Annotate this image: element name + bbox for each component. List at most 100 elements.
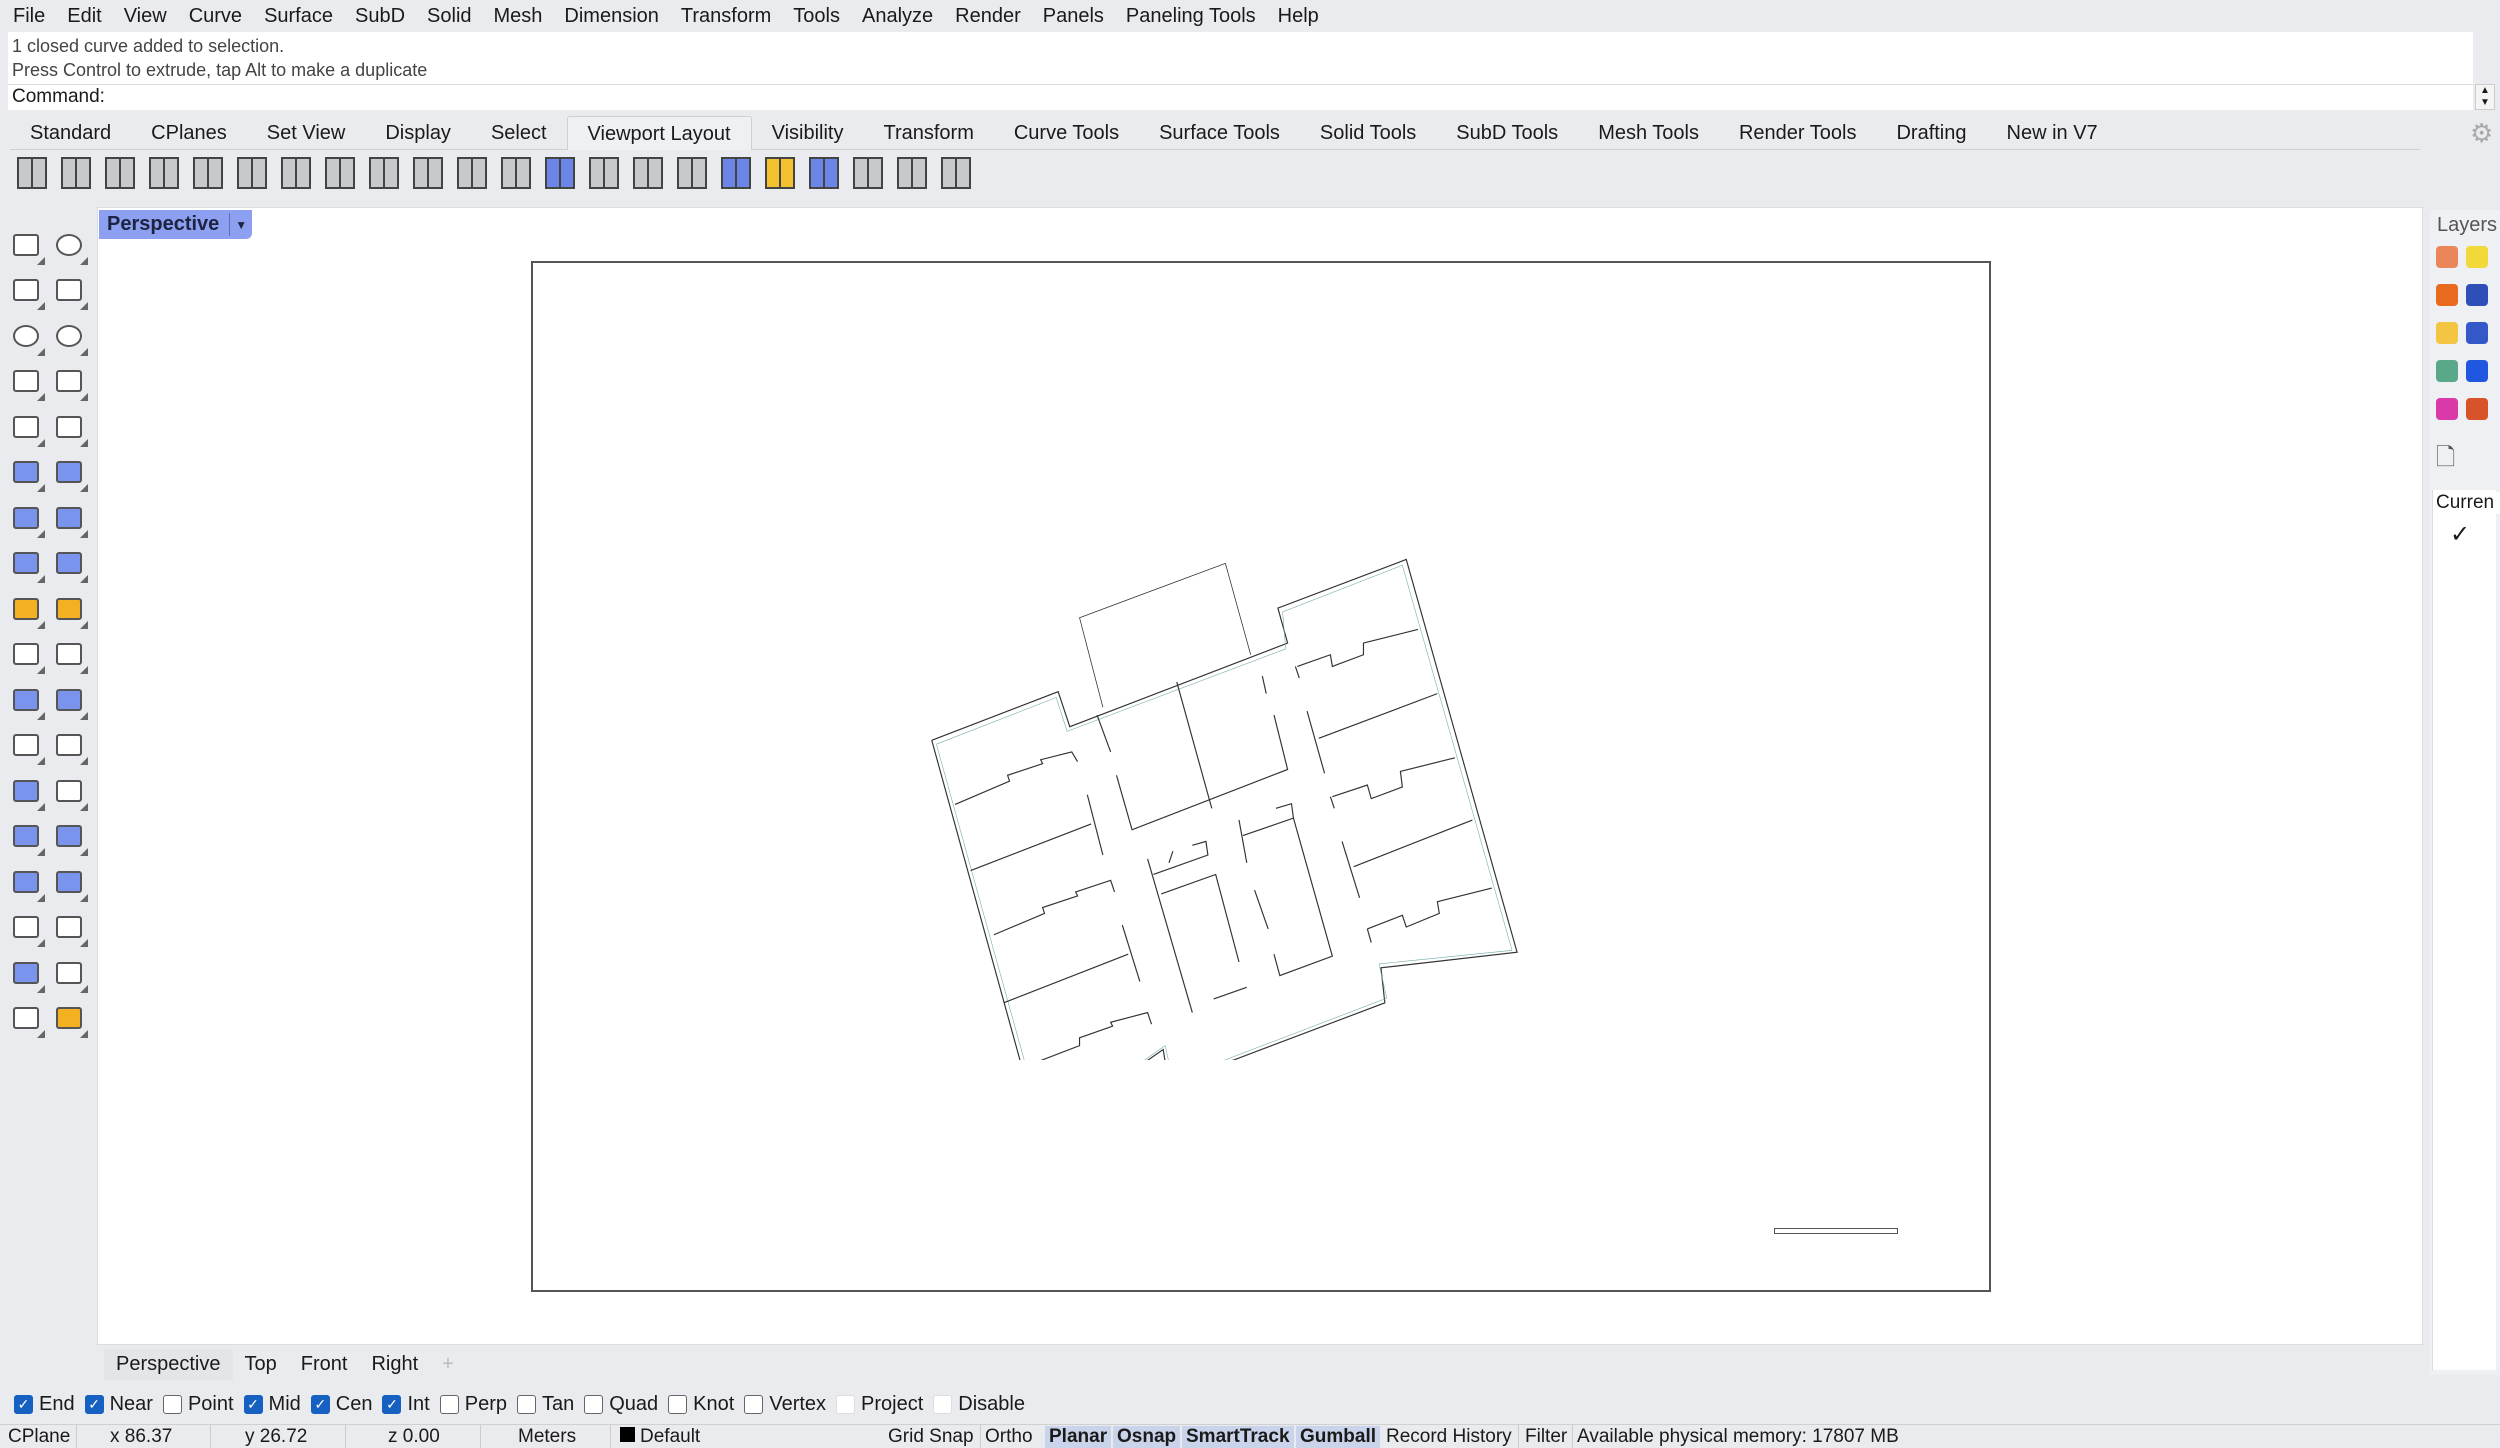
gumball-toggle[interactable]: Gumball [1296, 1426, 1381, 1448]
gear-icon[interactable]: ⚙ [2470, 118, 2493, 149]
menu-solid[interactable]: Solid [416, 5, 482, 28]
checkbox-icon[interactable]: ✓ [310, 1394, 330, 1414]
water-level-button[interactable] [716, 153, 756, 193]
checkbox-icon[interactable] [836, 1394, 856, 1414]
extrude-surface-button[interactable] [47, 450, 90, 496]
camera-target-button[interactable] [804, 153, 844, 193]
new-layer-icon[interactable]: 🗋 [2436, 440, 2455, 481]
tab-render-tools[interactable]: Render Tools [1719, 116, 1876, 150]
floor-plan-drawing[interactable] [920, 540, 1530, 1060]
osnap-mid[interactable]: ✓ Mid [243, 1393, 301, 1416]
lightbulb-icon[interactable] [2466, 246, 2488, 268]
current-column-header[interactable]: Curren [2436, 492, 2500, 514]
tab-surface-tools[interactable]: Surface Tools [1139, 116, 1300, 150]
current-layer[interactable]: Default [640, 1426, 700, 1448]
move-button[interactable] [47, 768, 90, 814]
split-button[interactable] [47, 632, 90, 678]
floating-viewport-button[interactable] [188, 153, 228, 193]
circle-button[interactable] [4, 313, 47, 359]
tab-visibility[interactable]: Visibility [752, 116, 864, 150]
menu-render[interactable]: Render [944, 5, 1032, 28]
add-viewport-tab-icon[interactable]: + [430, 1353, 466, 1376]
boolean-union-button[interactable] [4, 677, 47, 723]
triangle-down-icon[interactable]: ▼ [230, 218, 252, 232]
split-viewport-vertical-button[interactable] [276, 153, 316, 193]
folder-open-button[interactable] [760, 153, 800, 193]
checkbox-icon[interactable] [933, 1394, 953, 1414]
checkmark-button[interactable] [47, 950, 90, 996]
single-viewport-button[interactable] [100, 153, 140, 193]
lock-button[interactable] [936, 153, 976, 193]
viewport-grid-button[interactable] [320, 153, 360, 193]
text-button[interactable] [4, 768, 47, 814]
grid-button[interactable] [452, 153, 492, 193]
folder-icon[interactable] [2436, 322, 2458, 344]
checkbox-icon[interactable]: ✓ [84, 1394, 104, 1414]
osnap-disable[interactable]: Disable [933, 1393, 1025, 1416]
material-sphere-icon[interactable] [2466, 284, 2488, 306]
print-button[interactable] [848, 153, 888, 193]
cplane-label[interactable]: CPlane [8, 1426, 70, 1448]
tab-subd-tools[interactable]: SubD Tools [1436, 116, 1578, 150]
group-button[interactable] [47, 677, 90, 723]
copy-button[interactable] [4, 814, 47, 860]
osnap-cen[interactable]: ✓ Cen [310, 1393, 372, 1416]
mesh-plane-button[interactable] [47, 541, 90, 587]
tab-solid-tools[interactable]: Solid Tools [1300, 116, 1436, 150]
checkbox-icon[interactable] [439, 1394, 459, 1414]
osnap-toggle[interactable]: Osnap [1113, 1426, 1181, 1448]
layer-color-swatch[interactable] [620, 1426, 639, 1448]
layers-list[interactable] [2432, 490, 2496, 1370]
menu-dimension[interactable]: Dimension [553, 5, 669, 28]
filter-toggle[interactable]: Filter [1525, 1426, 1567, 1448]
viewport-title-tab[interactable]: Perspective ▼ [99, 210, 253, 239]
checkbox-icon[interactable] [162, 1394, 182, 1414]
units-label[interactable]: Meters [518, 1426, 576, 1448]
explode-button[interactable] [47, 586, 90, 632]
array-button[interactable] [4, 905, 47, 951]
tab-viewport-layout[interactable]: Viewport Layout [566, 116, 752, 150]
checkbox-icon[interactable]: ✓ [14, 1394, 33, 1414]
tab-mesh-tools[interactable]: Mesh Tools [1578, 116, 1719, 150]
project-to-plane-button[interactable] [47, 859, 90, 905]
menu-tools[interactable]: Tools [782, 5, 851, 28]
smarttrack-toggle[interactable]: SmartTrack [1182, 1426, 1294, 1448]
menu-edit[interactable]: Edit [56, 5, 112, 28]
help-icon[interactable] [2466, 322, 2488, 344]
ellipse-button[interactable] [47, 313, 90, 359]
split-viewport-horizontal-button[interactable] [232, 153, 272, 193]
new-viewport-button[interactable] [144, 153, 184, 193]
layout-page-button[interactable] [584, 153, 624, 193]
sun-icon[interactable] [2436, 284, 2458, 306]
viewport-tab-top[interactable]: Top [233, 1353, 289, 1376]
point-button[interactable] [47, 222, 90, 268]
tab-new-in-v7[interactable]: New in V7 [1987, 116, 2118, 150]
record-history-toggle[interactable]: Record History [1386, 1426, 1512, 1448]
box-button[interactable] [4, 495, 47, 541]
layers-panel-title[interactable]: Layers [2437, 214, 2497, 237]
detail-view-button[interactable] [628, 153, 668, 193]
tab-select[interactable]: Select [471, 116, 567, 150]
planar-toggle[interactable]: Planar [1045, 1426, 1112, 1448]
menu-view[interactable]: View [113, 5, 178, 28]
osnap-point[interactable]: Point [162, 1393, 234, 1416]
menu-subd[interactable]: SubD [344, 5, 416, 28]
tab-drafting[interactable]: Drafting [1876, 116, 1986, 150]
osnap-knot[interactable]: Knot [668, 1393, 734, 1416]
drafting-pyramid-button[interactable] [47, 996, 90, 1042]
tab-display[interactable]: Display [365, 116, 471, 150]
osnap-end[interactable]: ✓ End [14, 1393, 75, 1416]
osnap-quad[interactable]: Quad [584, 1393, 658, 1416]
grid-snap-toggle[interactable]: Grid Snap [888, 1426, 974, 1448]
menu-mesh[interactable]: Mesh [483, 5, 554, 28]
two-sphere-view-button[interactable] [408, 153, 448, 193]
fillet-button[interactable] [4, 723, 47, 769]
trim-button[interactable] [4, 632, 47, 678]
current-layer-check-icon[interactable]: ✓ [2450, 520, 2470, 549]
checkbox-icon[interactable] [584, 1394, 604, 1414]
menu-help[interactable]: Help [1267, 5, 1330, 28]
osnap-vertex[interactable]: Vertex [744, 1393, 826, 1416]
tab-cplanes[interactable]: CPlanes [131, 116, 247, 150]
offset-curve-button[interactable] [47, 723, 90, 769]
polyline-button[interactable] [4, 268, 47, 314]
